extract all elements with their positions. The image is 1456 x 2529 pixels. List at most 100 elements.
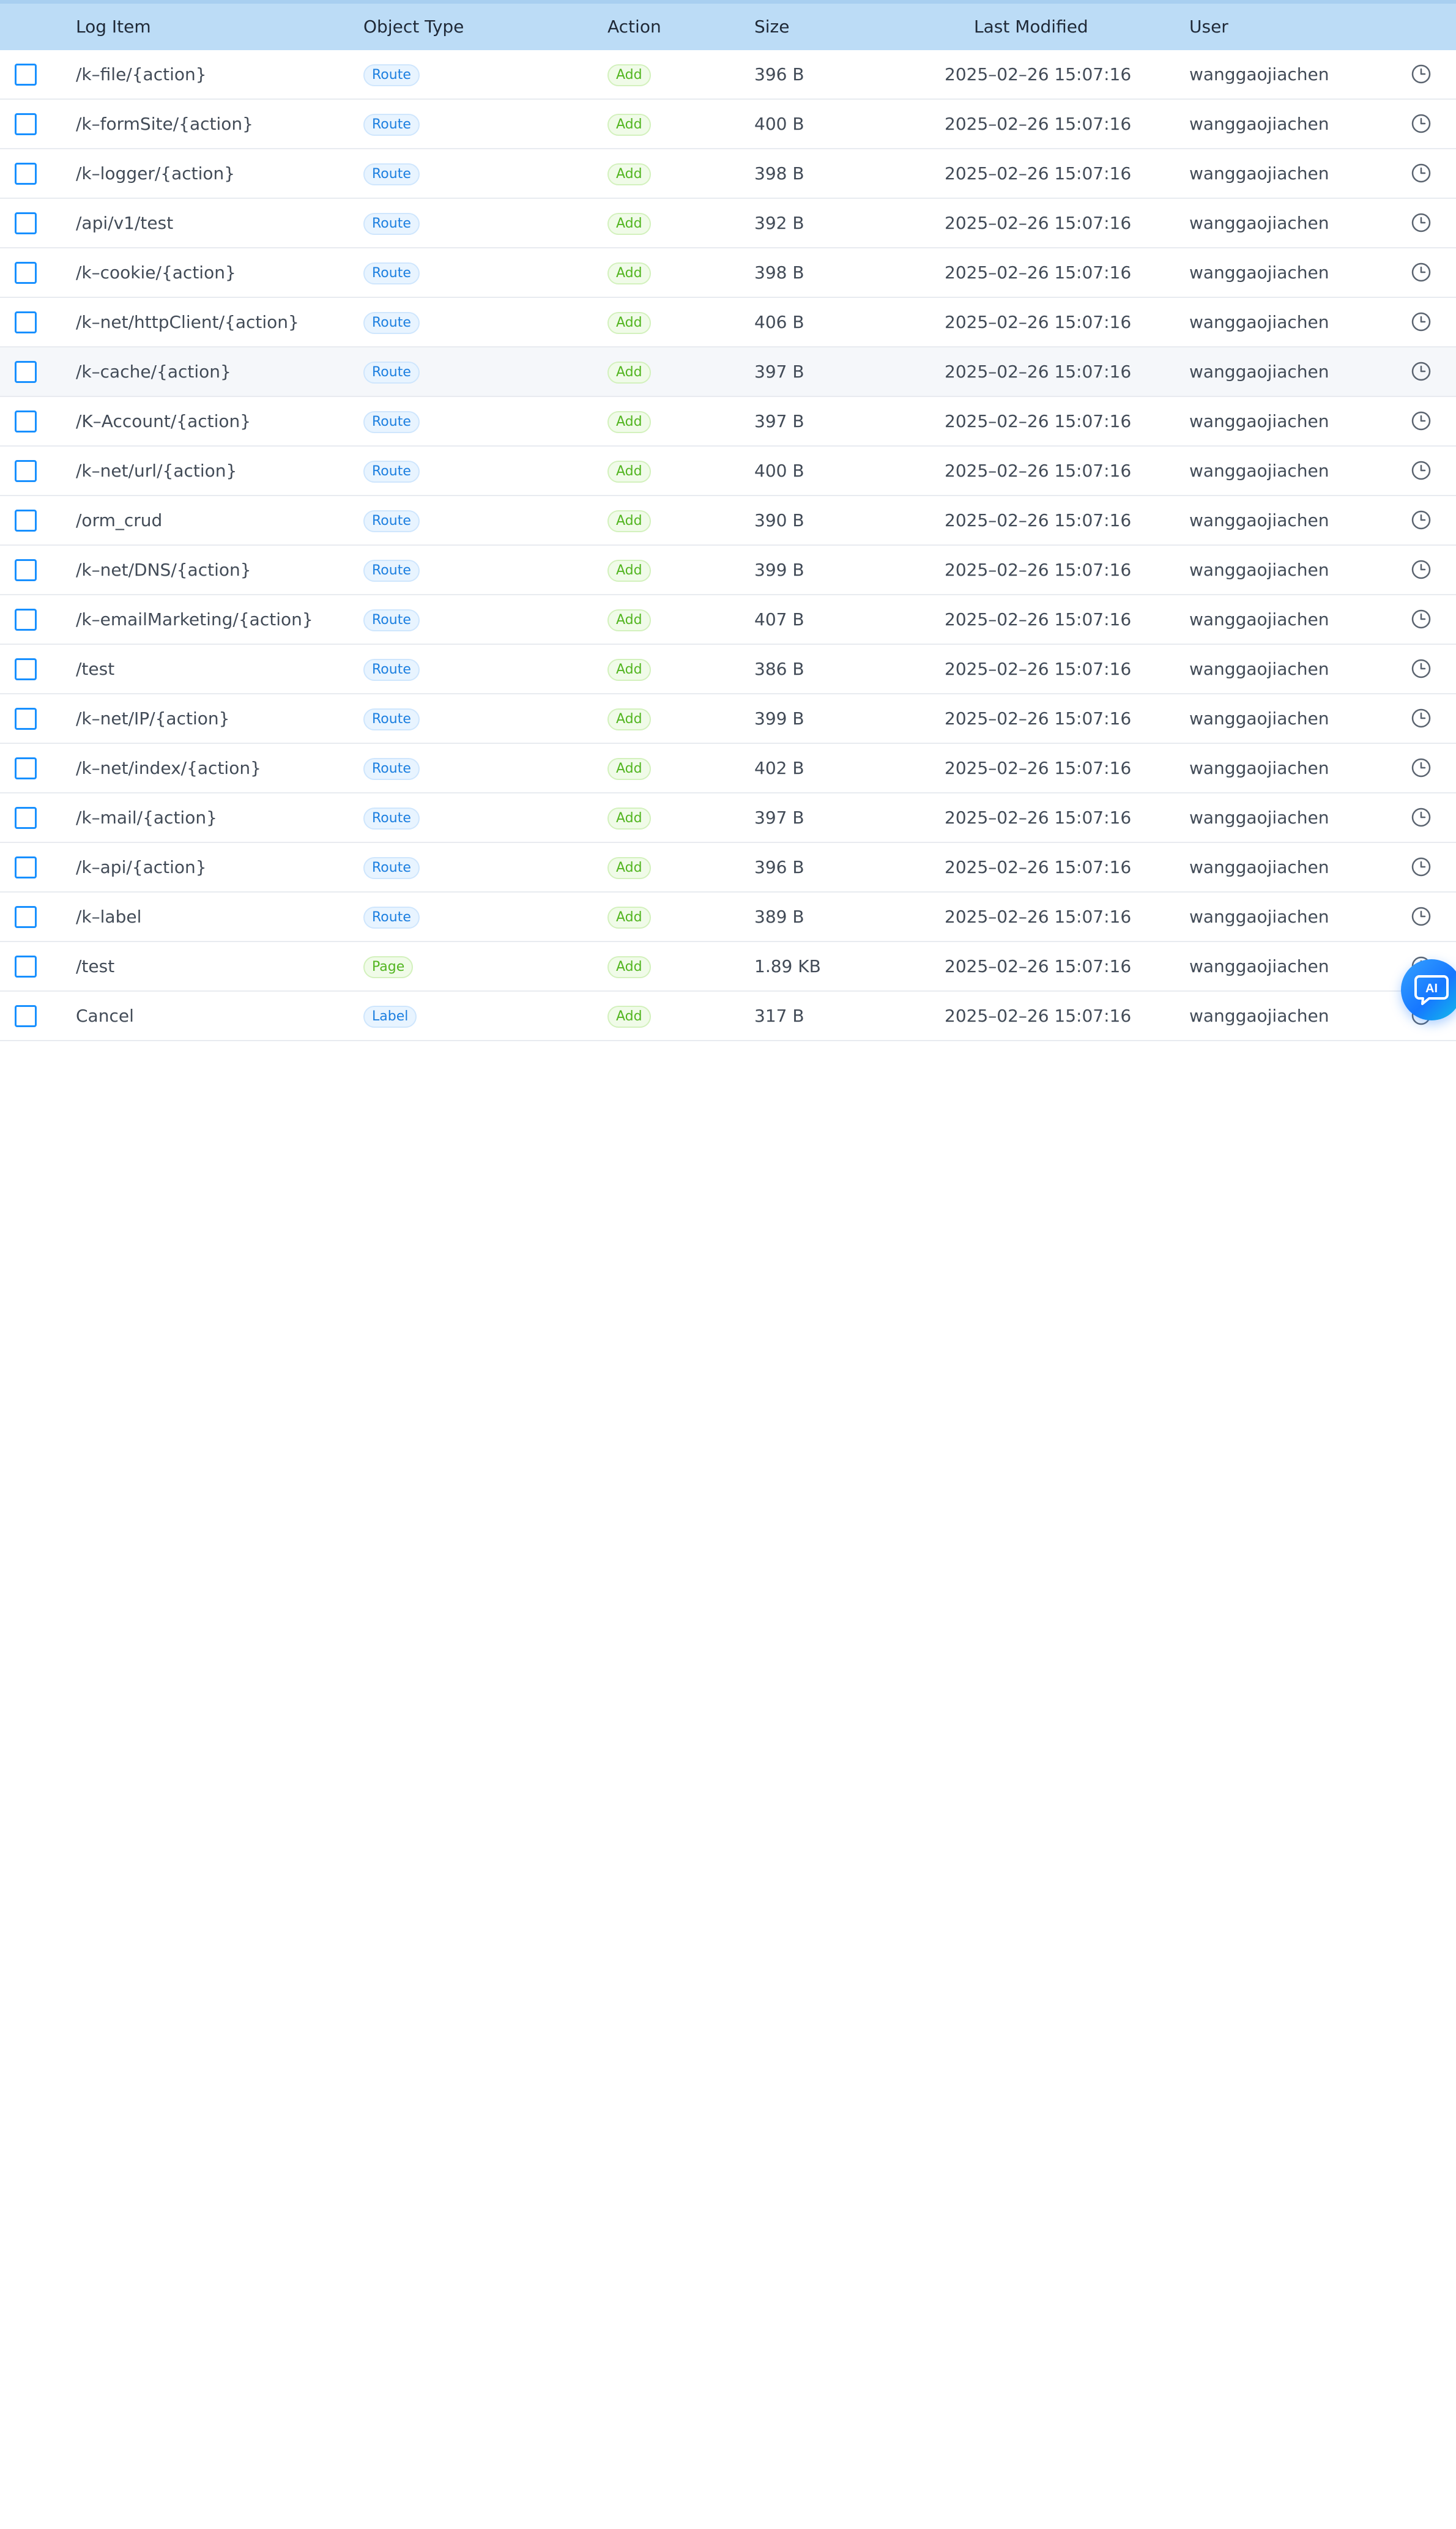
log-item-cell: /k–cookie/{action} xyxy=(76,262,236,283)
history-clock-icon[interactable] xyxy=(1411,311,1432,332)
row-checkbox[interactable] xyxy=(15,609,37,631)
column-header-action[interactable]: Action xyxy=(607,4,661,50)
history-clock-icon[interactable] xyxy=(1411,410,1432,431)
log-item-cell: /k–mail/{action} xyxy=(76,808,217,828)
table-row[interactable]: /k–label Route Add 389 B 2025–02–26 15:07:16… xyxy=(0,893,1456,942)
table-row[interactable]: /test Page Add 1.89 KB 2025–02–26 15:07:16 wa… xyxy=(0,942,1456,992)
user-cell: wanggaojiachen xyxy=(1189,411,1329,431)
row-checkbox[interactable] xyxy=(15,113,37,135)
object-type-tag: Route xyxy=(363,510,420,532)
row-checkbox[interactable] xyxy=(15,212,37,234)
row-checkbox[interactable] xyxy=(15,311,37,333)
row-checkbox[interactable] xyxy=(15,460,37,482)
table-row[interactable]: /k–mail/{action} Route Add 397 B 2025–02–26 … xyxy=(0,793,1456,843)
object-type-tag: Route xyxy=(363,857,420,879)
table-row[interactable]: /k–cookie/{action} Route Add 398 B 2025–02–2… xyxy=(0,248,1456,298)
table-row[interactable]: /k–file/{action} Route Add 396 B 2025–02–26 … xyxy=(0,50,1456,100)
row-checkbox[interactable] xyxy=(15,361,37,383)
table-row[interactable]: /orm_crud Route Add 390 B 2025–02–26 15:07:1… xyxy=(0,496,1456,546)
last-modified-cell: 2025–02–26 15:07:16 xyxy=(945,213,1132,233)
row-checkbox[interactable] xyxy=(15,658,37,680)
history-clock-icon[interactable] xyxy=(1411,609,1432,629)
history-clock-icon[interactable] xyxy=(1411,510,1432,530)
history-clock-icon[interactable] xyxy=(1411,212,1432,233)
row-checkbox[interactable] xyxy=(15,906,37,928)
action-tag: Add xyxy=(607,461,651,483)
table-row[interactable]: /k–net/httpClient/{action} Route Add 406 B 2… xyxy=(0,298,1456,347)
object-type-tag: Page xyxy=(363,956,414,978)
action-tag: Add xyxy=(607,808,651,830)
row-checkbox[interactable] xyxy=(15,163,37,185)
table-row[interactable]: /test Route Add 386 B 2025–02–26 15:07:16 wan… xyxy=(0,645,1456,694)
table-row[interactable]: /k–emailMarketing/{action} Route Add 407 B 2… xyxy=(0,595,1456,645)
row-checkbox[interactable] xyxy=(15,262,37,284)
log-item-cell: /k–net/IP/{action} xyxy=(76,708,230,729)
object-type-tag: Route xyxy=(363,411,420,433)
table-row[interactable]: /k–net/index/{action} Route Add 402 B 2025–0… xyxy=(0,744,1456,793)
table-row[interactable]: /k–net/url/{action} Route Add 400 B 2025–02–… xyxy=(0,447,1456,496)
column-header-user[interactable]: User xyxy=(1189,4,1228,50)
size-cell: 399 B xyxy=(754,708,804,729)
log-item-cell: /K–Account/{action} xyxy=(76,411,251,431)
row-checkbox[interactable] xyxy=(15,559,37,581)
object-type-tag: Route xyxy=(363,808,420,830)
log-item-cell: /k–cache/{action} xyxy=(76,362,231,382)
table-row[interactable]: /k–cache/{action} Route Add 397 B 2025–02–26… xyxy=(0,347,1456,397)
last-modified-cell: 2025–02–26 15:07:16 xyxy=(945,163,1132,184)
row-checkbox[interactable] xyxy=(15,510,37,532)
history-clock-icon[interactable] xyxy=(1411,856,1432,877)
row-checkbox[interactable] xyxy=(15,1005,37,1027)
object-type-tag: Label xyxy=(363,1006,417,1028)
table-row[interactable]: /k–logger/{action} Route Add 398 B 2025–02–2… xyxy=(0,149,1456,199)
table-row[interactable]: /K–Account/{action} Route Add 397 B 2025–02–… xyxy=(0,397,1456,447)
row-checkbox[interactable] xyxy=(15,757,37,779)
user-cell: wanggaojiachen xyxy=(1189,163,1329,184)
user-cell: wanggaojiachen xyxy=(1189,560,1329,580)
size-cell: 399 B xyxy=(754,560,804,580)
history-clock-icon[interactable] xyxy=(1411,361,1432,382)
row-checkbox[interactable] xyxy=(15,64,37,86)
row-checkbox[interactable] xyxy=(15,807,37,829)
size-cell: 396 B xyxy=(754,857,804,877)
history-clock-icon[interactable] xyxy=(1411,64,1432,84)
table-row[interactable]: /k–formSite/{action} Route Add 400 B 2025–02… xyxy=(0,100,1456,149)
table-header: Log Item Object Type Action Size Last Mo… xyxy=(0,0,1456,50)
column-header-log-item[interactable]: Log Item xyxy=(76,4,151,50)
history-clock-icon[interactable] xyxy=(1411,906,1432,927)
row-checkbox[interactable] xyxy=(15,856,37,878)
table-row[interactable]: /api/v1/test Route Add 392 B 2025–02–26 15:0… xyxy=(0,199,1456,248)
history-clock-icon[interactable] xyxy=(1411,807,1432,828)
row-checkbox[interactable] xyxy=(15,956,37,978)
object-type-tag: Route xyxy=(363,758,420,780)
table-row[interactable]: /k–net/DNS/{action} Route Add 399 B 2025–02–… xyxy=(0,546,1456,595)
ai-assistant-button[interactable]: AI xyxy=(1401,959,1456,1020)
last-modified-cell: 2025–02–26 15:07:16 xyxy=(945,114,1132,134)
user-cell: wanggaojiachen xyxy=(1189,758,1329,778)
history-clock-icon[interactable] xyxy=(1411,262,1432,283)
table-row[interactable]: /k–net/IP/{action} Route Add 399 B 2025–02–2… xyxy=(0,694,1456,744)
row-checkbox[interactable] xyxy=(15,410,37,433)
user-cell: wanggaojiachen xyxy=(1189,510,1329,530)
last-modified-cell: 2025–02–26 15:07:16 xyxy=(945,609,1132,629)
history-clock-icon[interactable] xyxy=(1411,757,1432,778)
object-type-tag: Route xyxy=(363,708,420,730)
history-clock-icon[interactable] xyxy=(1411,163,1432,184)
history-clock-icon[interactable] xyxy=(1411,559,1432,580)
table-row[interactable]: /k–api/{action} Route Add 396 B 2025–02–26 1… xyxy=(0,843,1456,893)
action-tag: Add xyxy=(607,659,651,681)
row-checkbox[interactable] xyxy=(15,708,37,730)
column-header-object-type[interactable]: Object Type xyxy=(363,4,464,50)
history-clock-icon[interactable] xyxy=(1411,460,1432,481)
size-cell: 400 B xyxy=(754,114,804,134)
history-clock-icon[interactable] xyxy=(1411,658,1432,679)
column-header-last-modified[interactable]: Last Modified xyxy=(974,4,1088,50)
log-item-cell: /k–net/url/{action} xyxy=(76,461,237,481)
action-tag: Add xyxy=(607,1006,651,1028)
history-clock-icon[interactable] xyxy=(1411,708,1432,729)
last-modified-cell: 2025–02–26 15:07:16 xyxy=(945,312,1132,332)
object-type-tag: Route xyxy=(363,907,420,929)
history-clock-icon[interactable] xyxy=(1411,113,1432,134)
table-row[interactable]: Cancel Label Add 317 B 2025–02–26 15:07:16 wa… xyxy=(0,992,1456,1041)
size-cell: 406 B xyxy=(754,312,804,332)
column-header-size[interactable]: Size xyxy=(754,4,789,50)
